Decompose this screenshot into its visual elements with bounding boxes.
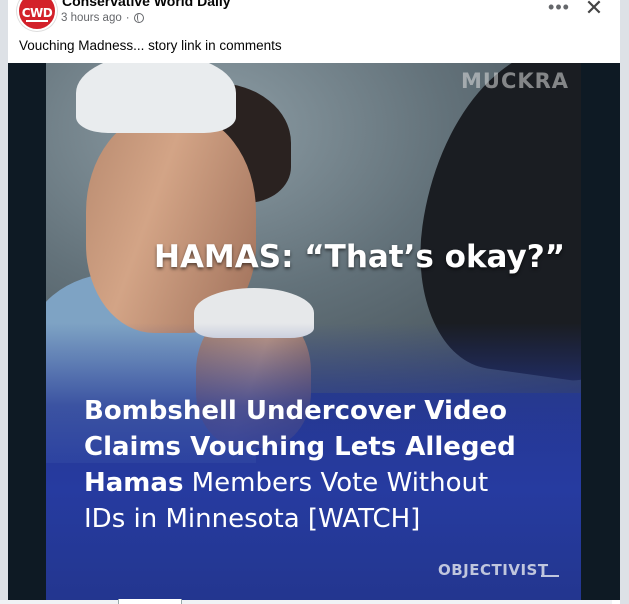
avatar-logo-text: CWD <box>21 5 53 20</box>
headline-line-1: Bombshell Undercover Video <box>84 396 507 426</box>
scene-man-cap <box>76 63 236 133</box>
post-media[interactable]: MUCKRA HAMAS: “That’s okay?” Bombshell U… <box>8 63 620 600</box>
headline-line-2: Claims Vouching Lets Alleged <box>84 432 516 462</box>
video-quote: HAMAS: “That’s okay?” <box>154 239 566 275</box>
post-card: CWD Conservative World Daily 3 hours ago… <box>8 0 620 604</box>
video-thumbnail[interactable]: MUCKRA HAMAS: “That’s okay?” Bombshell U… <box>46 63 581 600</box>
post-header: CWD Conservative World Daily 3 hours ago… <box>8 0 620 36</box>
bottom-strip <box>0 600 612 604</box>
page-avatar[interactable]: CWD <box>17 0 57 31</box>
page-name-link[interactable]: Conservative World Daily <box>62 0 231 9</box>
timestamp-link[interactable]: 3 hours ago <box>61 12 122 24</box>
video-headline: Bombshell Undercover Video Claims Vouchi… <box>84 393 574 537</box>
headline-line-4: IDs in Minnesota [WATCH] <box>84 504 421 534</box>
headline-line-3-light: Members Vote Without <box>183 468 489 498</box>
headline-line-3: Hamas Members Vote Without <box>84 465 574 501</box>
meta-separator: · <box>125 12 130 24</box>
brand-underline <box>541 575 559 577</box>
globe-icon <box>133 13 144 23</box>
bottom-tab[interactable] <box>118 599 182 604</box>
post-meta: 3 hours ago · <box>61 12 144 24</box>
headline-line-3-bold: Hamas <box>84 468 184 498</box>
close-button[interactable]: ✕ <box>583 0 605 19</box>
brand-logo: OBJECTIVIST <box>438 561 549 579</box>
avatar-logo-bar <box>26 19 48 22</box>
more-options-button[interactable]: ••• <box>548 0 570 20</box>
video-watermark: MUCKRA <box>461 69 570 93</box>
post-caption: Vouching Madness... story link in commen… <box>19 38 282 53</box>
